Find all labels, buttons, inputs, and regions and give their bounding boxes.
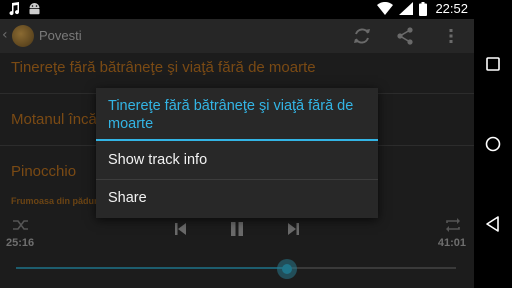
list-item[interactable]: Motanul încă (11, 111, 97, 128)
next-icon[interactable] (286, 222, 300, 236)
show-track-info-item[interactable]: Show track info (96, 142, 378, 180)
seek-bar-thumb[interactable] (276, 259, 297, 279)
menu-item-label: Show track info (108, 152, 208, 168)
music-note-icon (9, 2, 20, 16)
refresh-icon[interactable] (351, 25, 373, 47)
battery-icon (419, 1, 428, 16)
action-bar-title: Povesti (39, 28, 82, 43)
wifi-icon (377, 2, 394, 15)
context-menu-dialog: Tinereţe fără bătrâneţe şi viaţă fără de… (96, 88, 378, 218)
repeat-icon[interactable] (444, 218, 462, 232)
android-icon (29, 3, 40, 15)
recents-icon[interactable] (483, 54, 503, 74)
navigation-bar (474, 0, 512, 288)
clock: 22:52 (435, 1, 468, 16)
list-item-subtitle: Frumoasa din pădur (11, 196, 98, 206)
elapsed-time: 25:16 (6, 237, 35, 249)
pause-icon[interactable] (229, 221, 245, 237)
dialog-title-divider (96, 139, 378, 141)
share-item[interactable]: Share (96, 180, 378, 218)
shuffle-icon[interactable] (12, 218, 30, 232)
previous-icon[interactable] (174, 222, 188, 236)
status-bar: 22:52 (0, 0, 474, 19)
seek-bar-progress (16, 267, 287, 269)
list-item[interactable]: Pinocchio (11, 163, 76, 180)
total-time: 41:01 (437, 237, 466, 249)
share-icon[interactable] (394, 25, 416, 47)
home-icon[interactable] (483, 134, 503, 154)
back-triangle-icon[interactable] (483, 214, 503, 234)
overflow-menu-icon[interactable] (440, 25, 462, 47)
menu-item-label: Share (108, 190, 147, 206)
back-icon[interactable]: ‹ (2, 27, 8, 43)
app-logo[interactable] (12, 25, 34, 47)
dialog-title: Tinereţe fără bătrâneţe şi viaţă fără de… (108, 98, 354, 132)
list-item[interactable]: Tinereţe fără bătrâneţe şi viaţă fără de… (11, 59, 316, 76)
signal-icon (399, 2, 414, 15)
action-bar: ‹ Povesti (0, 19, 474, 53)
seek-bar[interactable] (16, 267, 456, 269)
